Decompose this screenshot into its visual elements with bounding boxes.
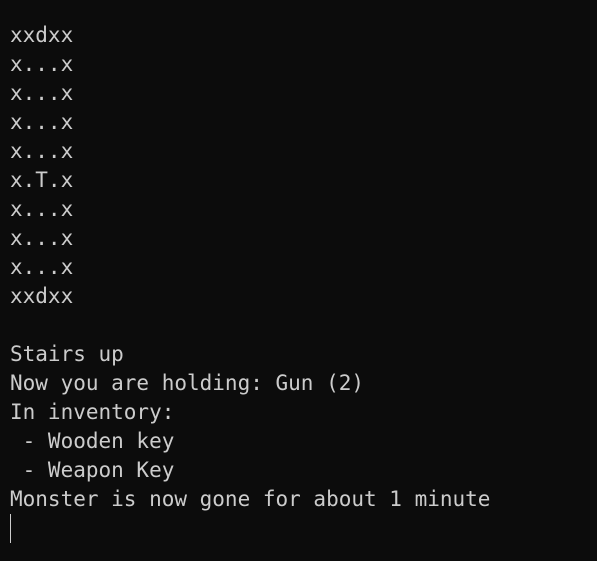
map-row: x.T.x [10, 168, 74, 192]
map-row: x...x [10, 139, 74, 163]
holding-text: Now you are holding: Gun (2) [10, 371, 365, 395]
location-text: Stairs up [10, 342, 124, 366]
map-row: x...x [10, 52, 74, 76]
map-row: x...x [10, 81, 74, 105]
map-row: x...x [10, 255, 74, 279]
map-row: xxdxx [10, 23, 74, 47]
status-text: Monster is now gone for about 1 minute [10, 487, 491, 511]
map-row: xxdxx [10, 284, 74, 308]
map-row: x...x [10, 197, 74, 221]
inventory-header: In inventory: [10, 400, 175, 424]
inventory-item: - Wooden key [10, 429, 175, 453]
inventory-item: - Weapon Key [10, 458, 175, 482]
terminal-window[interactable]: xxdxx x...x x...x x...x x...x x.T.x x...… [0, 0, 597, 561]
map-row: x...x [10, 226, 74, 250]
map-row: x...x [10, 110, 74, 134]
text-cursor [10, 514, 11, 543]
input-line[interactable] [10, 514, 597, 543]
